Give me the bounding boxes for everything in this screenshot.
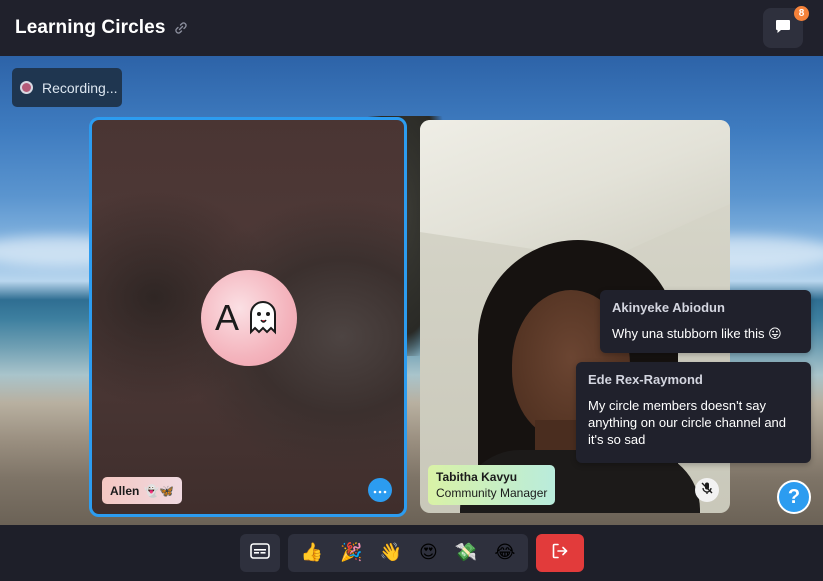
chat-button[interactable]: 8 (763, 6, 809, 48)
name-emoji: 👻🦋 (144, 483, 175, 498)
money-wings-reaction[interactable]: 💸 (455, 544, 477, 562)
thumbs-up-reaction[interactable]: 👍 (301, 544, 323, 562)
captions-button[interactable] (240, 534, 280, 572)
leave-call-button[interactable] (536, 534, 584, 572)
party-popper-reaction[interactable]: 🎉 (340, 544, 362, 562)
recording-indicator: Recording... (12, 68, 122, 107)
top-header: Learning Circles 8 (0, 0, 823, 56)
laughing-tears-reaction[interactable]: 😂 (494, 544, 515, 562)
participant-role: Community Manager (436, 486, 548, 500)
chat-unread-badge: 8 (794, 6, 809, 21)
avatar: A (201, 270, 297, 366)
recording-label: Recording... (42, 79, 118, 96)
link-icon[interactable] (174, 21, 188, 35)
chat-text: My circle members doesn't say anything o… (588, 398, 787, 447)
participant-tile-allen[interactable]: A Allen 👻🦋 (89, 117, 407, 517)
more-options-button[interactable] (368, 478, 392, 502)
participant-name: Allen (110, 483, 140, 498)
heart-eyes-reaction[interactable]: 😍 (419, 544, 438, 562)
chat-icon (774, 17, 792, 40)
captions-icon (250, 542, 270, 564)
leave-icon (551, 542, 569, 565)
muted-mic-button[interactable] (695, 478, 719, 502)
chat-author: Ede Rex-Raymond (588, 372, 703, 387)
chat-author: Akinyeke Abiodun (612, 300, 725, 315)
chat-message: Akinyeke Abiodun Why una stubborn like t… (600, 290, 811, 353)
participant-name-tag: Tabitha Kavyu Community Manager (428, 465, 556, 505)
chat-message: Ede Rex-Raymond My circle members doesn'… (576, 362, 811, 463)
chat-text: Why una stubborn like this 😛 (612, 326, 782, 341)
avatar-letter: A (214, 297, 239, 338)
more-icon (373, 481, 387, 499)
mic-off-icon (700, 481, 714, 500)
bottom-toolbar: 👍 🎉 👋 😍 💸 😂 (0, 525, 823, 581)
help-button[interactable]: ? (777, 480, 811, 514)
ghost-icon (243, 296, 283, 341)
record-icon (20, 81, 33, 94)
waving-hand-reaction[interactable]: 👋 (380, 544, 402, 562)
video-background (420, 120, 730, 260)
reactions-bar: 👍 🎉 👋 😍 💸 😂 (288, 534, 528, 572)
room-title: Learning Circles (15, 17, 166, 38)
participant-name-tag: Allen 👻🦋 (102, 477, 183, 504)
participant-name: Tabitha Kavyu (436, 470, 518, 484)
